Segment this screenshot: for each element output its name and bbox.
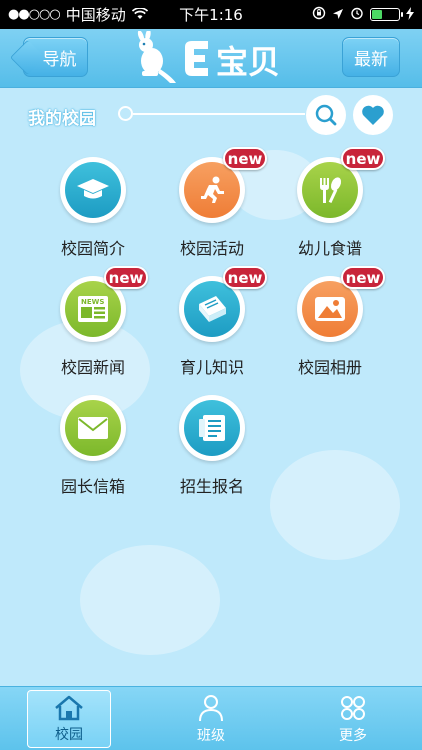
header-bar: 导航 宝贝 最新 xyxy=(0,29,422,88)
tab-campus[interactable]: 校园 xyxy=(27,690,111,748)
new-badge: new xyxy=(341,147,385,170)
new-badge: new xyxy=(223,147,267,170)
menu-item-school-news[interactable]: NEWS new 校园新闻 xyxy=(38,266,148,386)
rotation-lock-icon xyxy=(312,6,326,24)
logo-text: 宝贝 xyxy=(216,43,280,81)
alarm-icon xyxy=(350,6,364,24)
tab-label: 校园 xyxy=(55,726,83,743)
search-icon xyxy=(315,104,337,126)
status-bar: ●●○○○ 中国移动 下午1:16 xyxy=(0,0,422,29)
home-icon xyxy=(55,695,83,720)
menu-item-school-activities[interactable]: new 校园活动 xyxy=(157,147,267,267)
section-divider xyxy=(133,113,305,115)
tab-bar: 校园 班级 更多 xyxy=(0,686,422,750)
menu-item-label: 校园相册 xyxy=(297,358,362,377)
fork-spoon-icon xyxy=(320,177,342,203)
running-person-icon xyxy=(201,176,224,203)
tab-label: 更多 xyxy=(339,727,367,744)
menu-item-enrollment[interactable]: 招生报名 xyxy=(157,395,267,505)
tab-label: 班级 xyxy=(197,727,225,744)
menu-item-label: 幼儿食谱 xyxy=(297,239,362,258)
section-line-dot xyxy=(118,106,133,121)
svg-text:NEWS: NEWS xyxy=(81,298,104,306)
signal-strength: ●●○○○ xyxy=(8,7,61,22)
menu-item-label: 园长信箱 xyxy=(60,477,125,496)
menu-item-principal-mailbox[interactable]: 园长信箱 xyxy=(38,395,148,505)
new-badge: new xyxy=(104,266,148,289)
nav-button-label: 导航 xyxy=(42,49,77,70)
menu-item-label: 育儿知识 xyxy=(179,358,244,377)
tab-more[interactable]: 更多 xyxy=(311,690,395,748)
registration-form-icon xyxy=(199,415,225,441)
cloud-decoration xyxy=(270,450,400,560)
graduation-cap-icon xyxy=(77,179,109,199)
menu-item-parenting-knowledge[interactable]: new 育儿知识 xyxy=(157,266,267,386)
battery-icon xyxy=(370,8,403,21)
tab-class[interactable]: 班级 xyxy=(169,690,253,748)
search-button[interactable] xyxy=(306,95,346,135)
app-logo: 宝贝 xyxy=(137,31,280,83)
new-badge: new xyxy=(223,266,267,289)
newspaper-icon: NEWS xyxy=(78,296,108,322)
carrier-name: 中国移动 xyxy=(65,6,126,24)
favorites-button[interactable] xyxy=(353,95,393,135)
wifi-icon xyxy=(131,6,148,24)
menu-item-label: 校园新闻 xyxy=(60,358,125,377)
status-time: 下午1:16 xyxy=(179,6,243,24)
person-icon xyxy=(199,694,223,721)
latest-button-label: 最新 xyxy=(354,49,388,70)
menu-item-label: 招生报名 xyxy=(179,477,244,496)
book-icon xyxy=(199,296,226,322)
nav-button[interactable]: 导航 xyxy=(23,37,88,77)
photo-album-icon xyxy=(315,297,345,321)
envelope-icon xyxy=(78,417,108,439)
menu-item-label: 校园简介 xyxy=(60,239,125,258)
cloverleaf-icon xyxy=(341,695,365,720)
menu-item-kids-menu[interactable]: new 幼儿食谱 xyxy=(275,147,385,267)
cloud-decoration xyxy=(80,545,220,655)
heart-icon xyxy=(362,105,384,125)
new-badge: new xyxy=(341,266,385,289)
menu-item-school-album[interactable]: new 校园相册 xyxy=(275,266,385,386)
location-icon xyxy=(332,6,344,24)
section-title: 我的校园 xyxy=(28,109,96,129)
menu-item-label: 校园活动 xyxy=(179,239,244,258)
latest-button[interactable]: 最新 xyxy=(342,37,400,77)
menu-item-school-intro[interactable]: 校园简介 xyxy=(38,157,148,267)
charging-icon xyxy=(406,6,414,24)
